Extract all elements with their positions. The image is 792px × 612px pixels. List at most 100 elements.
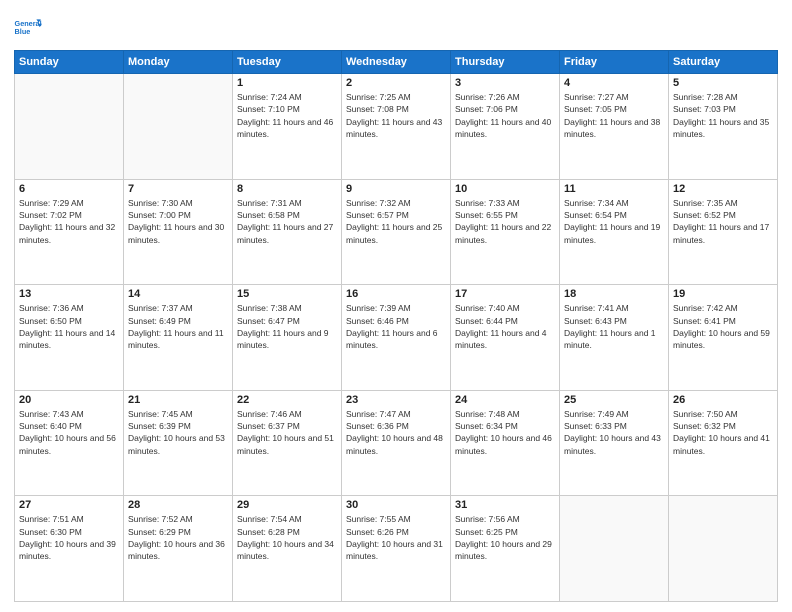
calendar-cell (15, 74, 124, 180)
day-number: 21 (128, 394, 228, 406)
day-number: 6 (19, 183, 119, 195)
calendar-cell: 23Sunrise: 7:47 AM Sunset: 6:36 PM Dayli… (342, 390, 451, 496)
day-number: 26 (673, 394, 773, 406)
day-info: Sunrise: 7:29 AM Sunset: 7:02 PM Dayligh… (19, 197, 119, 246)
calendar-cell (560, 496, 669, 602)
calendar-cell: 2 Sunrise: 7:25 AM Sunset: 7:08 PM Daylig… (342, 74, 451, 180)
day-info: Sunrise: 7:40 AM Sunset: 6:44 PM Dayligh… (455, 302, 555, 351)
day-info: Sunrise: 7:32 AM Sunset: 6:57 PM Dayligh… (346, 197, 446, 246)
day-info: Sunrise: 7:34 AM Sunset: 6:54 PM Dayligh… (564, 197, 664, 246)
day-info: Sunrise: 7:42 AM Sunset: 6:41 PM Dayligh… (673, 302, 773, 351)
day-info: Sunrise: 7:37 AM Sunset: 6:49 PM Dayligh… (128, 302, 228, 351)
calendar-cell: 21 Sunrise: 7:45 AM Sunset: 6:39 PM Dayli… (124, 390, 233, 496)
day-info: Sunrise: 7:25 AM Sunset: 7:08 PM Dayligh… (346, 91, 446, 140)
calendar-cell: 15Sunrise: 7:38 AM Sunset: 6:47 PM Dayli… (233, 285, 342, 391)
calendar-table: SundayMondayTuesdayWednesdayThursdayFrid… (14, 50, 778, 602)
day-info: Sunrise: 7:54 AM Sunset: 6:28 PM Dayligh… (237, 513, 337, 562)
calendar-cell: 7 Sunrise: 7:30 AM Sunset: 7:00 PM Daylig… (124, 179, 233, 285)
day-info: Sunrise: 7:55 AM Sunset: 6:26 PM Dayligh… (346, 513, 446, 562)
calendar-cell: 11 Sunrise: 7:34 AM Sunset: 6:54 PM Dayli… (560, 179, 669, 285)
day-number: 30 (346, 499, 446, 511)
day-number: 3 (455, 77, 555, 89)
calendar-cell: 30 Sunrise: 7:55 AM Sunset: 6:26 PM Dayli… (342, 496, 451, 602)
day-info: Sunrise: 7:26 AM Sunset: 7:06 PM Dayligh… (455, 91, 555, 140)
day-number: 18 (564, 288, 664, 300)
day-info: Sunrise: 7:43 AM Sunset: 6:40 PM Dayligh… (19, 408, 119, 457)
week-row-1: 1 Sunrise: 7:24 AM Sunset: 7:10 PM Daylig… (15, 74, 778, 180)
day-number: 2 (346, 77, 446, 89)
day-info: Sunrise: 7:52 AM Sunset: 6:29 PM Dayligh… (128, 513, 228, 562)
day-number: 13 (19, 288, 119, 300)
day-number: 1 (237, 77, 337, 89)
calendar-cell (124, 74, 233, 180)
day-info: Sunrise: 7:31 AM Sunset: 6:58 PM Dayligh… (237, 197, 337, 246)
day-info: Sunrise: 7:45 AM Sunset: 6:39 PM Dayligh… (128, 408, 228, 457)
week-row-2: 6 Sunrise: 7:29 AM Sunset: 7:02 PM Daylig… (15, 179, 778, 285)
day-number: 12 (673, 183, 773, 195)
calendar-cell: 3 Sunrise: 7:26 AM Sunset: 7:06 PM Daylig… (451, 74, 560, 180)
calendar-cell: 22Sunrise: 7:46 AM Sunset: 6:37 PM Dayli… (233, 390, 342, 496)
calendar-cell: 1 Sunrise: 7:24 AM Sunset: 7:10 PM Daylig… (233, 74, 342, 180)
day-info: Sunrise: 7:51 AM Sunset: 6:30 PM Dayligh… (19, 513, 119, 562)
day-number: 20 (19, 394, 119, 406)
day-info: Sunrise: 7:33 AM Sunset: 6:55 PM Dayligh… (455, 197, 555, 246)
day-number: 16 (346, 288, 446, 300)
week-row-3: 13Sunrise: 7:36 AM Sunset: 6:50 PM Dayli… (15, 285, 778, 391)
day-info: Sunrise: 7:47 AM Sunset: 6:36 PM Dayligh… (346, 408, 446, 457)
calendar-cell: 8 Sunrise: 7:31 AM Sunset: 6:58 PM Daylig… (233, 179, 342, 285)
calendar-cell: 10 Sunrise: 7:33 AM Sunset: 6:55 PM Dayli… (451, 179, 560, 285)
day-number: 8 (237, 183, 337, 195)
calendar-cell: 20 Sunrise: 7:43 AM Sunset: 6:40 PM Dayli… (15, 390, 124, 496)
calendar-cell: 4 Sunrise: 7:27 AM Sunset: 7:05 PM Daylig… (560, 74, 669, 180)
calendar-cell: 13Sunrise: 7:36 AM Sunset: 6:50 PM Dayli… (15, 285, 124, 391)
day-number: 28 (128, 499, 228, 511)
day-number: 17 (455, 288, 555, 300)
day-number: 7 (128, 183, 228, 195)
day-number: 5 (673, 77, 773, 89)
weekday-header-wednesday: Wednesday (342, 51, 451, 74)
weekday-header-tuesday: Tuesday (233, 51, 342, 74)
logo-icon: GeneralBlue (14, 14, 42, 42)
calendar-cell: 27 Sunrise: 7:51 AM Sunset: 6:30 PM Dayli… (15, 496, 124, 602)
calendar-cell: 19 Sunrise: 7:42 AM Sunset: 6:41 PM Dayli… (669, 285, 778, 391)
day-number: 22 (237, 394, 337, 406)
day-info: Sunrise: 7:30 AM Sunset: 7:00 PM Dayligh… (128, 197, 228, 246)
day-info: Sunrise: 7:50 AM Sunset: 6:32 PM Dayligh… (673, 408, 773, 457)
day-info: Sunrise: 7:49 AM Sunset: 6:33 PM Dayligh… (564, 408, 664, 457)
day-info: Sunrise: 7:24 AM Sunset: 7:10 PM Dayligh… (237, 91, 337, 140)
day-number: 27 (19, 499, 119, 511)
day-number: 24 (455, 394, 555, 406)
calendar-cell: 16 Sunrise: 7:39 AM Sunset: 6:46 PM Dayli… (342, 285, 451, 391)
day-info: Sunrise: 7:56 AM Sunset: 6:25 PM Dayligh… (455, 513, 555, 562)
day-number: 31 (455, 499, 555, 511)
day-info: Sunrise: 7:39 AM Sunset: 6:46 PM Dayligh… (346, 302, 446, 351)
weekday-header-friday: Friday (560, 51, 669, 74)
day-number: 29 (237, 499, 337, 511)
calendar-cell: 26 Sunrise: 7:50 AM Sunset: 6:32 PM Dayli… (669, 390, 778, 496)
calendar-cell: 24 Sunrise: 7:48 AM Sunset: 6:34 PM Dayli… (451, 390, 560, 496)
day-number: 25 (564, 394, 664, 406)
day-number: 10 (455, 183, 555, 195)
weekday-header-row: SundayMondayTuesdayWednesdayThursdayFrid… (15, 51, 778, 74)
calendar-cell: 5Sunrise: 7:28 AM Sunset: 7:03 PM Daylig… (669, 74, 778, 180)
day-info: Sunrise: 7:41 AM Sunset: 6:43 PM Dayligh… (564, 302, 664, 351)
calendar-cell: 12 Sunrise: 7:35 AM Sunset: 6:52 PM Dayli… (669, 179, 778, 285)
day-number: 19 (673, 288, 773, 300)
logo: GeneralBlue (14, 14, 42, 42)
calendar-cell (669, 496, 778, 602)
day-info: Sunrise: 7:27 AM Sunset: 7:05 PM Dayligh… (564, 91, 664, 140)
calendar-cell: 29 Sunrise: 7:54 AM Sunset: 6:28 PM Dayli… (233, 496, 342, 602)
day-info: Sunrise: 7:35 AM Sunset: 6:52 PM Dayligh… (673, 197, 773, 246)
week-row-4: 20 Sunrise: 7:43 AM Sunset: 6:40 PM Dayli… (15, 390, 778, 496)
weekday-header-monday: Monday (124, 51, 233, 74)
calendar-cell: 17 Sunrise: 7:40 AM Sunset: 6:44 PM Dayli… (451, 285, 560, 391)
day-number: 11 (564, 183, 664, 195)
day-number: 14 (128, 288, 228, 300)
weekday-header-saturday: Saturday (669, 51, 778, 74)
day-info: Sunrise: 7:48 AM Sunset: 6:34 PM Dayligh… (455, 408, 555, 457)
day-info: Sunrise: 7:38 AM Sunset: 6:47 PM Dayligh… (237, 302, 337, 351)
calendar-cell: 31 Sunrise: 7:56 AM Sunset: 6:25 PM Dayli… (451, 496, 560, 602)
week-row-5: 27 Sunrise: 7:51 AM Sunset: 6:30 PM Dayli… (15, 496, 778, 602)
calendar-cell: 25 Sunrise: 7:49 AM Sunset: 6:33 PM Dayli… (560, 390, 669, 496)
day-number: 4 (564, 77, 664, 89)
